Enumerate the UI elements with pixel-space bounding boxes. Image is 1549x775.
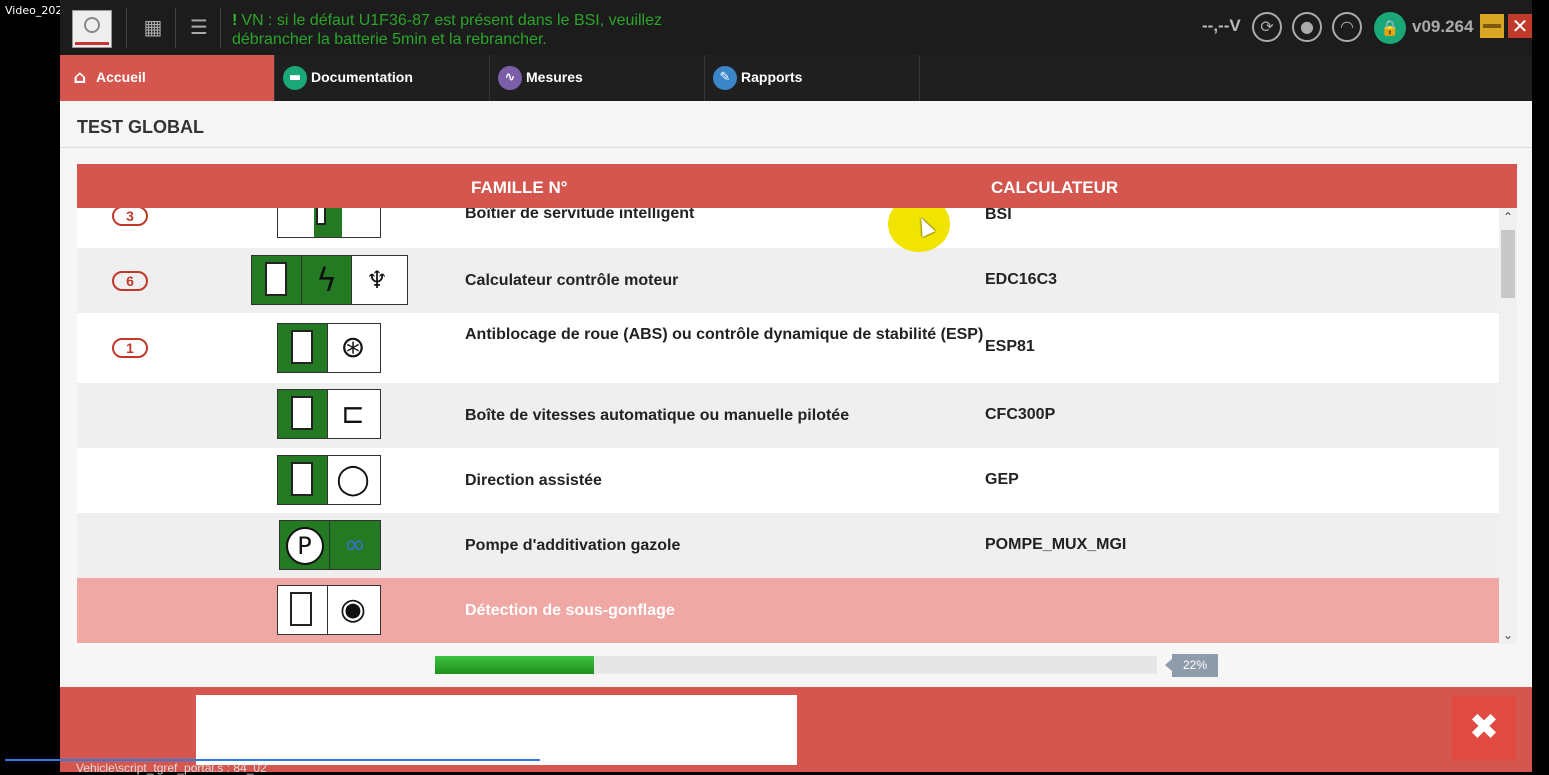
folder-icon: ▬	[283, 66, 307, 90]
scroll-thumb[interactable]	[1501, 230, 1515, 298]
ecu-name: ESP81	[985, 338, 1035, 355]
family-name: Détection de sous-gonflage	[465, 602, 675, 619]
cancel-button[interactable]: ✖	[1452, 696, 1516, 760]
engine-injector-icon: ϟ ♆	[251, 255, 408, 305]
tab-label: Documentation	[311, 69, 413, 85]
tab-label: Accueil	[96, 69, 146, 85]
family-name: Direction assistée	[465, 472, 602, 489]
header-calculateur: CALCULATEUR	[991, 178, 1119, 197]
script-status: Vehicle\script_tgref_portal.s : 84_02	[76, 761, 267, 775]
table-header: FAMILLE N° CALCULATEUR	[77, 164, 1517, 208]
refresh-icon[interactable]: ⟳	[1252, 12, 1282, 42]
fault-count-badge: 1	[112, 338, 148, 358]
report-icon: ✎	[713, 66, 737, 90]
abs-esp-icon: ⊛	[277, 323, 381, 373]
top-bar: ▦ ☰ ! VN : si le défaut U1F36-87 est prés…	[60, 0, 1532, 55]
page-title: TEST GLOBAL	[77, 117, 204, 137]
tab-label: Mesures	[526, 69, 583, 85]
alert-message: ! VN : si le défaut U1F36-87 est présent …	[232, 11, 662, 49]
fault-count-badge: 6	[112, 271, 148, 291]
message-panel	[196, 695, 797, 765]
gearbox-icon: ⊏	[277, 389, 381, 439]
table-row[interactable]: ◯ Direction assistée GEP	[77, 448, 1499, 513]
table-row[interactable]: ⊏ Boîte de vitesses automatique ou manue…	[77, 383, 1499, 448]
citroen-logo[interactable]	[72, 10, 112, 48]
minimize-button[interactable]	[1480, 14, 1504, 38]
fuel-pump-icon: P ∞	[279, 520, 381, 570]
table-row[interactable]: ◉ Détection de sous-gonflage	[77, 578, 1499, 643]
alert-line-2: débrancher la batterie 5min et la rebran…	[232, 31, 547, 48]
home-icon: ⌂	[73, 67, 87, 88]
steering-icon: ◯	[277, 455, 381, 505]
alert-icon: !	[232, 12, 238, 29]
voltage-readout: --,--V	[1202, 16, 1241, 35]
tab-mesures[interactable]: ∿ Mesures	[490, 55, 705, 101]
ecu-name: GEP	[985, 471, 1019, 488]
chevron-down-icon[interactable]: ⌄	[1499, 628, 1517, 642]
tab-accueil[interactable]: ⌂ Accueil	[60, 55, 275, 101]
ecu-name: EDC16C3	[985, 271, 1058, 288]
table-row[interactable]: 1 ⊛ Antiblocage de roue (ABS) ou contrôl…	[77, 313, 1499, 383]
progress-fill	[435, 656, 594, 674]
progress-bar	[435, 656, 1157, 674]
close-window-button[interactable]: ✕	[1508, 14, 1532, 38]
family-name: Antiblocage de roue (ABS) ou contrôle dy…	[465, 326, 984, 343]
version-label: v09.264	[1412, 17, 1474, 36]
table-scrollbar[interactable]: ⌃ ⌄	[1499, 208, 1517, 644]
progress-percent: 22%	[1165, 654, 1218, 677]
diagnostic-app: ▦ ☰ ! VN : si le défaut U1F36-87 est prés…	[60, 0, 1532, 772]
ecu-table: FAMILLE N° CALCULATEUR 3 Boîtier de serv…	[77, 164, 1517, 644]
wifi-icon[interactable]: ◠	[1332, 12, 1362, 42]
tab-rapports[interactable]: ✎ Rapports	[705, 55, 920, 101]
pulse-icon: ∿	[498, 66, 522, 90]
table-row[interactable]: P ∞ Pompe d'additivation gazole POMPE_MU…	[77, 513, 1499, 578]
lock-icon[interactable]: 🔒	[1374, 12, 1406, 44]
tab-documentation[interactable]: ▬ Documentation	[275, 55, 490, 101]
alert-line-1: VN : si le défaut U1F36-87 est présent d…	[241, 12, 662, 29]
ecu-name: BSI	[985, 206, 1012, 223]
family-name: Calculateur contrôle moteur	[465, 272, 679, 289]
list-icon[interactable]: ☰	[188, 16, 210, 38]
ecu-name: POMPE_MUX_MGI	[985, 536, 1127, 553]
family-name: Boîte de vitesses automatique ou manuell…	[465, 407, 850, 424]
table-row[interactable]: 6 ϟ ♆ Calculateur contrôle moteur EDC16C…	[77, 248, 1499, 313]
header-famille: FAMILLE N°	[471, 178, 568, 197]
user-icon[interactable]: ●	[1292, 12, 1322, 42]
chevron-up-icon[interactable]: ⌃	[1499, 210, 1517, 224]
content-area: TEST GLOBAL FAMILLE N° CALCULATEUR 3 Boî…	[60, 101, 1532, 687]
grid-icon[interactable]: ▦	[142, 16, 164, 38]
tyre-pressure-icon: ◉	[277, 585, 381, 635]
ecu-name: CFC300P	[985, 406, 1056, 423]
family-name: Pompe d'additivation gazole	[465, 537, 681, 554]
fault-count-badge: 3	[112, 206, 148, 226]
main-tabs: ⌂ Accueil ▬ Documentation ∿ Mesures ✎ Ra…	[60, 55, 1532, 101]
tab-label: Rapports	[741, 69, 803, 85]
